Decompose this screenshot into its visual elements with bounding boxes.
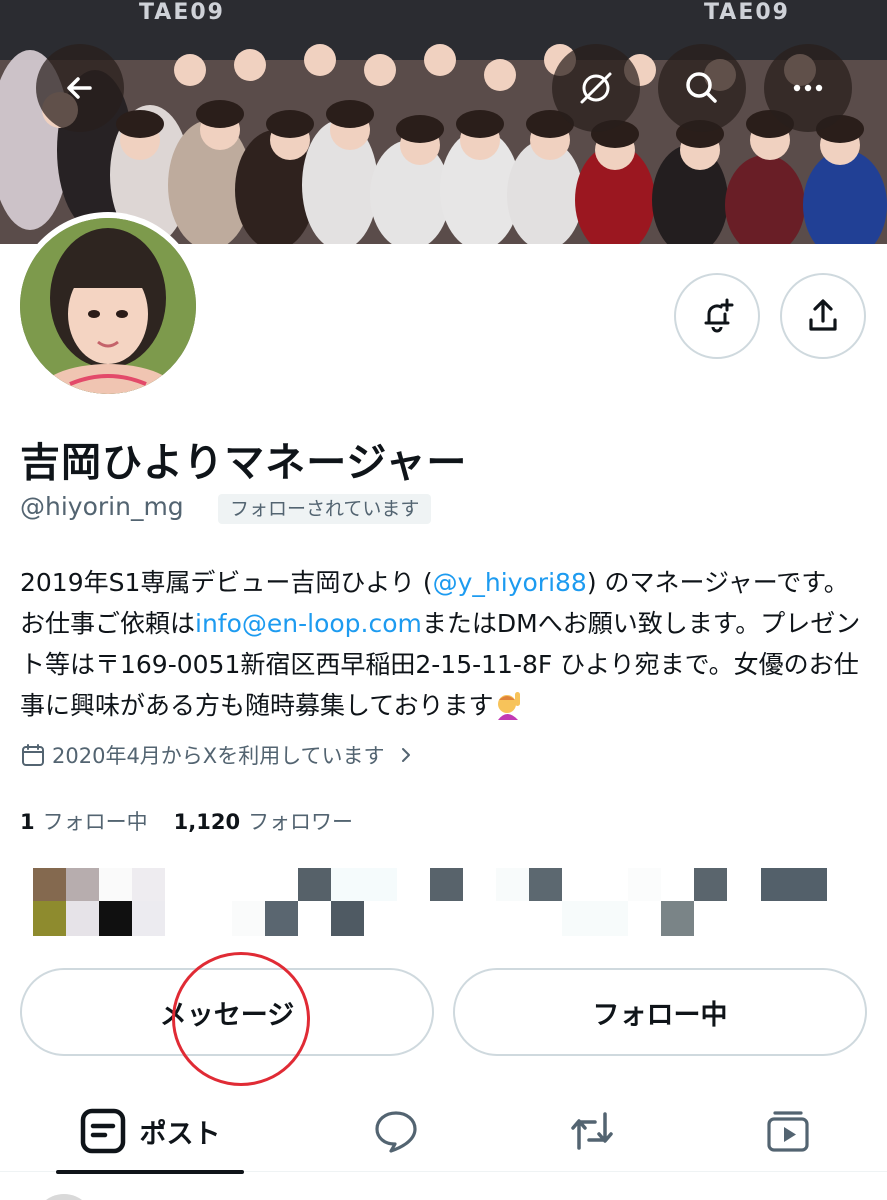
follow-stats: 1 フォロー中 1,120 フォロワー: [20, 806, 353, 836]
tab-posts[interactable]: ポスト: [56, 1090, 244, 1174]
user-handle: @hiyorin_mg: [20, 492, 184, 521]
tab-posts-label: ポスト: [139, 1118, 221, 1150]
bio-email-link[interactable]: info@en-loop.com: [195, 609, 422, 638]
following-count-link[interactable]: 1 フォロー中: [20, 806, 148, 836]
repost-icon: [571, 1112, 613, 1150]
followers-count-link[interactable]: 1,120 フォロワー: [174, 806, 353, 836]
follows-you-badge: フォローされています: [218, 494, 432, 524]
banner-sign-right: TAE09: [704, 0, 790, 25]
tab-replies[interactable]: [350, 1090, 442, 1172]
following-count: 1: [20, 810, 35, 834]
following-button[interactable]: フォロー中: [453, 968, 867, 1056]
calendar-icon: [22, 744, 44, 766]
profile-banner[interactable]: TAE09 TAE09: [0, 0, 887, 244]
banner-sign-left: TAE09: [139, 0, 225, 25]
tab-reposts[interactable]: [546, 1090, 638, 1172]
search-button[interactable]: [658, 44, 746, 132]
tab-media[interactable]: [742, 1090, 834, 1172]
reply-icon: [375, 1111, 417, 1153]
translate-button[interactable]: [552, 44, 640, 132]
avatar[interactable]: [14, 212, 202, 400]
banner-photo: [0, 0, 887, 244]
raising-hand-emoji-icon: [497, 692, 520, 720]
media-icon: [767, 1111, 809, 1152]
notification-subscribe-button[interactable]: [674, 273, 760, 359]
search-icon: [686, 72, 717, 103]
joined-date[interactable]: 2020年4月からXを利用しています: [20, 740, 415, 770]
chevron-right-icon: [401, 748, 410, 762]
bio-text-1: 2019年S1専属デビュー吉岡ひより (: [20, 568, 433, 597]
back-arrow-icon: [67, 77, 92, 99]
followers-count: 1,120: [173, 810, 241, 834]
posts-icon: [80, 1108, 125, 1154]
share-icon: [809, 299, 837, 331]
profile-bio: 2019年S1専属デビュー吉岡ひより (@y_hiyori88) のマネージャー…: [20, 562, 870, 726]
pixelated-followed-by-area: [33, 868, 827, 936]
next-post-peek: [0, 1180, 887, 1200]
message-button[interactable]: メッセージ: [20, 968, 434, 1056]
more-icon: [793, 84, 823, 92]
avatar-photo: [20, 218, 196, 394]
post-avatar-peek: [34, 1194, 94, 1200]
joined-text: 2020年4月からXを利用しています: [52, 744, 385, 768]
back-button[interactable]: [36, 44, 124, 132]
bio-mention-link[interactable]: @y_hiyori88: [433, 568, 587, 597]
followers-label: フォロワー: [248, 810, 354, 834]
active-tab-indicator: [56, 1170, 244, 1174]
bell-plus-icon: [704, 298, 734, 333]
translate-off-icon: [580, 72, 612, 104]
more-button[interactable]: [764, 44, 852, 132]
following-label: フォロー中: [42, 810, 148, 834]
display-name: 吉岡ひよりマネージャー: [20, 440, 468, 486]
share-button[interactable]: [780, 273, 866, 359]
profile-tabs: ポスト: [0, 1090, 887, 1174]
